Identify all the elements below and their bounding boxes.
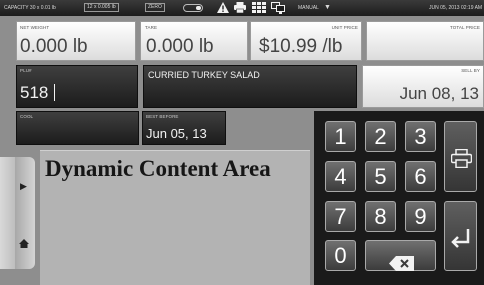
plu-label: PLU# (20, 68, 32, 73)
key-1[interactable]: 1 (325, 121, 356, 152)
manual-mode-label: MANUAL (298, 5, 319, 11)
unit-price-label: UNIT PRICE (331, 25, 358, 30)
unit-price-value: $10.99 /lb (259, 36, 343, 57)
cool-label: COOL (20, 114, 34, 119)
net-weight-value: 0.000 lb (20, 36, 88, 57)
tare-label: TARE (145, 25, 158, 30)
capacity-label: CAPACITY 30 x 0.01 lb (4, 5, 56, 11)
key-6[interactable]: 6 (405, 161, 436, 192)
print-button[interactable] (444, 121, 477, 192)
key-4[interactable]: 4 (325, 161, 356, 192)
key-9[interactable]: 9 (405, 201, 436, 232)
cool-field[interactable]: COOL (16, 111, 139, 145)
total-price-field[interactable]: TOTAL PRICE (366, 21, 484, 61)
zero-indicator: ZERO (145, 3, 165, 12)
key-5[interactable]: 5 (365, 161, 396, 192)
text-cursor (54, 84, 55, 101)
key-0[interactable]: 0 (325, 240, 356, 271)
chevron-right-icon[interactable]: ▶ (20, 181, 27, 192)
net-weight-label: NET WEIGHT (20, 25, 50, 30)
printer-icon (450, 146, 473, 175)
best-before-field[interactable]: BEST BEFORE Jun 05, 13 (142, 111, 226, 145)
best-before-value: Jun 05, 13 (146, 126, 207, 141)
sell-by-label: SELL BY (461, 68, 480, 73)
backspace-icon (389, 249, 414, 278)
best-before-label: BEST BEFORE (146, 114, 179, 119)
sell-by-field[interactable]: SELL BY Jun 08, 13 (362, 65, 484, 108)
description-field[interactable]: CURRIED TURKEY SALAD (143, 65, 357, 108)
key-2[interactable]: 2 (365, 121, 396, 152)
network-icon[interactable] (271, 2, 285, 18)
home-icon[interactable] (19, 235, 29, 253)
key-3[interactable]: 3 (405, 121, 436, 152)
key-8[interactable]: 8 (365, 201, 396, 232)
chevron-down-icon[interactable]: ▼ (324, 4, 331, 11)
unit-price-field[interactable]: UNIT PRICE $10.99 /lb (250, 21, 362, 61)
sell-by-value: Jun 08, 13 (399, 84, 479, 103)
warning-icon[interactable] (217, 2, 229, 17)
plu-value: 518 (20, 83, 49, 102)
tare-value: 0.000 lb (146, 36, 214, 57)
backspace-button[interactable] (365, 240, 436, 271)
enter-button[interactable] (444, 201, 477, 271)
capacity-secondary-box: 12 x 0.005 lb (84, 3, 119, 12)
dynamic-content-text: Dynamic Content Area (45, 156, 271, 181)
status-bar: CAPACITY 30 x 0.01 lb 12 x 0.005 lb ZERO… (0, 0, 484, 16)
enter-icon (451, 226, 471, 255)
net-weight-field[interactable]: NET WEIGHT 0.000 lb (16, 21, 136, 61)
plu-field[interactable]: PLU# 518 (16, 65, 138, 108)
tare-field[interactable]: TARE 0.000 lb (140, 21, 248, 61)
key-7[interactable]: 7 (325, 201, 356, 232)
grid-icon[interactable] (252, 2, 266, 17)
printer-icon[interactable] (234, 2, 246, 17)
side-tab[interactable]: ▶ (0, 157, 35, 269)
mode-toggle[interactable] (183, 4, 203, 12)
total-price-label: TOTAL PRICE (449, 25, 480, 30)
datetime-display: JUN 05, 2013 02:19 AM (429, 5, 483, 11)
description-value: CURRIED TURKEY SALAD (148, 70, 260, 80)
